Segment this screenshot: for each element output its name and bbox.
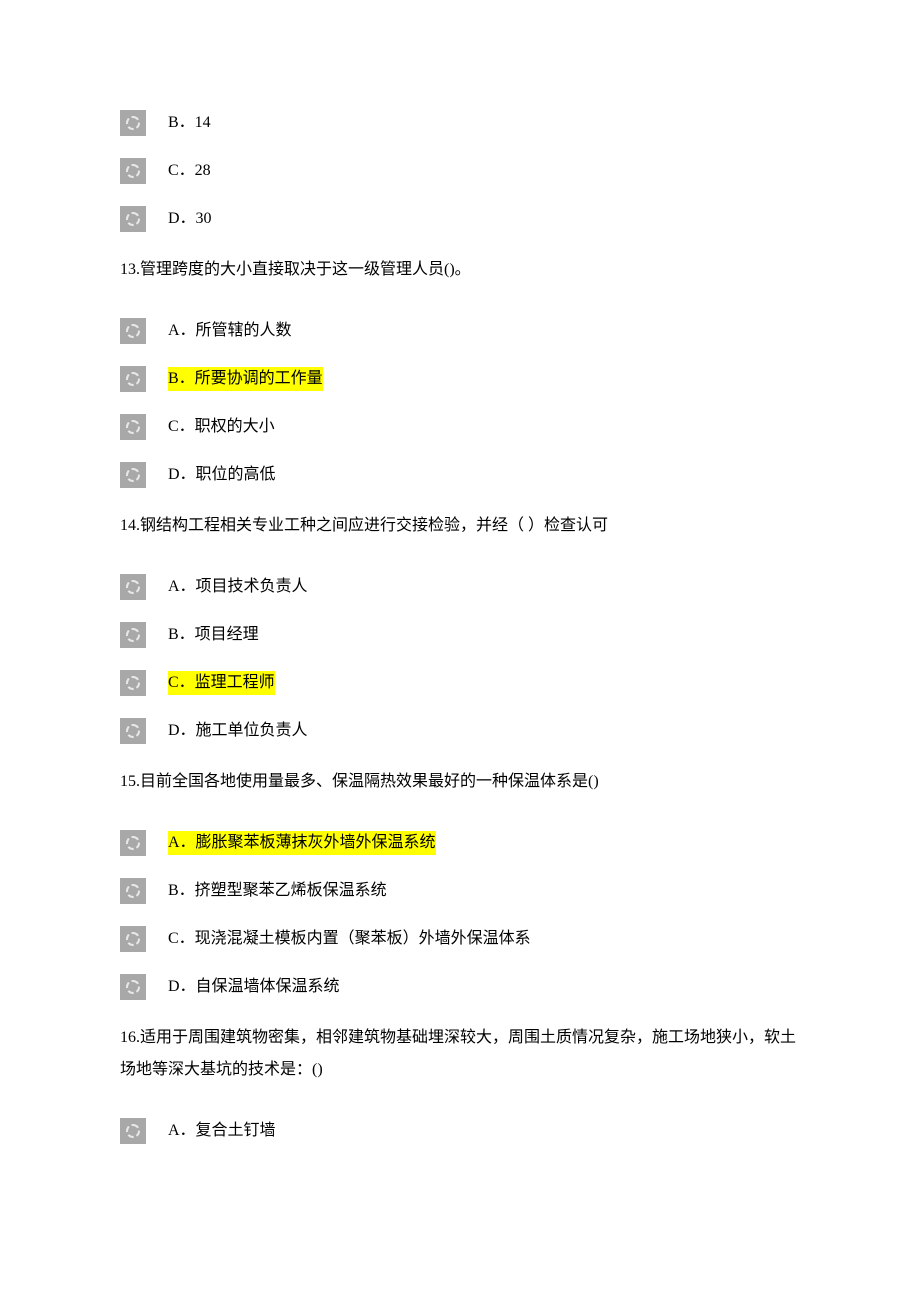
option-row: B．14 (120, 110, 800, 136)
option-row: C．28 (120, 158, 800, 184)
option-label: C．现浇混凝土模板内置（聚苯板）外墙外保温体系 (168, 927, 531, 951)
radio-icon[interactable] (120, 878, 146, 904)
radio-icon[interactable] (120, 830, 146, 856)
radio-icon[interactable] (120, 670, 146, 696)
option-row: D．施工单位负责人 (120, 718, 800, 744)
option-label: D．自保温墙体保温系统 (168, 975, 340, 999)
option-label: A．膨胀聚苯板薄抹灰外墙外保温系统 (168, 831, 436, 855)
option-row: D．职位的高低 (120, 462, 800, 488)
radio-icon[interactable] (120, 206, 146, 232)
option-row: D．自保温墙体保温系统 (120, 974, 800, 1000)
question-text: 15.目前全国各地使用量最多、保温隔热效果最好的一种保温体系是() (120, 766, 800, 798)
option-row: C．现浇混凝土模板内置（聚苯板）外墙外保温体系 (120, 926, 800, 952)
option-row: A．复合土钉墙 (120, 1118, 800, 1144)
option-label: B．14 (168, 111, 211, 135)
option-label: D．施工单位负责人 (168, 719, 308, 743)
radio-icon[interactable] (120, 622, 146, 648)
radio-icon[interactable] (120, 414, 146, 440)
radio-icon[interactable] (120, 462, 146, 488)
radio-icon[interactable] (120, 110, 146, 136)
option-label: B．项目经理 (168, 623, 259, 647)
option-row: D．30 (120, 206, 800, 232)
option-label: D．职位的高低 (168, 463, 276, 487)
option-label: A．项目技术负责人 (168, 575, 308, 599)
option-label: B．挤塑型聚苯乙烯板保温系统 (168, 879, 387, 903)
radio-icon[interactable] (120, 718, 146, 744)
question-text: 13.管理跨度的大小直接取决于这一级管理人员()。 (120, 254, 800, 286)
question-14: 14.钢结构工程相关专业工种之间应进行交接检验，并经（ ）检查认可 A．项目技术… (120, 510, 800, 744)
option-row: A．膨胀聚苯板薄抹灰外墙外保温系统 (120, 830, 800, 856)
option-label: B．所要协调的工作量 (168, 367, 323, 391)
question-13: 13.管理跨度的大小直接取决于这一级管理人员()。 A．所管辖的人数 B．所要协… (120, 254, 800, 488)
option-row: B．项目经理 (120, 622, 800, 648)
orphan-options: B．14 C．28 D．30 (120, 110, 800, 232)
question-text: 14.钢结构工程相关专业工种之间应进行交接检验，并经（ ）检查认可 (120, 510, 800, 542)
option-label: A．所管辖的人数 (168, 319, 292, 343)
radio-icon[interactable] (120, 318, 146, 344)
question-15: 15.目前全国各地使用量最多、保温隔热效果最好的一种保温体系是() A．膨胀聚苯… (120, 766, 800, 1000)
option-row: C．职权的大小 (120, 414, 800, 440)
radio-icon[interactable] (120, 1118, 146, 1144)
radio-icon[interactable] (120, 926, 146, 952)
radio-icon[interactable] (120, 574, 146, 600)
option-label: C．监理工程师 (168, 671, 275, 695)
question-16: 16.适用于周围建筑物密集，相邻建筑物基础埋深较大，周围土质情况复杂，施工场地狭… (120, 1022, 800, 1144)
option-row: C．监理工程师 (120, 670, 800, 696)
radio-icon[interactable] (120, 974, 146, 1000)
option-row: A．项目技术负责人 (120, 574, 800, 600)
option-row: B．挤塑型聚苯乙烯板保温系统 (120, 878, 800, 904)
question-text: 16.适用于周围建筑物密集，相邻建筑物基础埋深较大，周围土质情况复杂，施工场地狭… (120, 1022, 800, 1086)
option-label: D．30 (168, 207, 212, 231)
radio-icon[interactable] (120, 366, 146, 392)
option-label: C．职权的大小 (168, 415, 275, 439)
option-label: C．28 (168, 159, 211, 183)
option-row: B．所要协调的工作量 (120, 366, 800, 392)
option-label: A．复合土钉墙 (168, 1119, 276, 1143)
option-row: A．所管辖的人数 (120, 318, 800, 344)
radio-icon[interactable] (120, 158, 146, 184)
